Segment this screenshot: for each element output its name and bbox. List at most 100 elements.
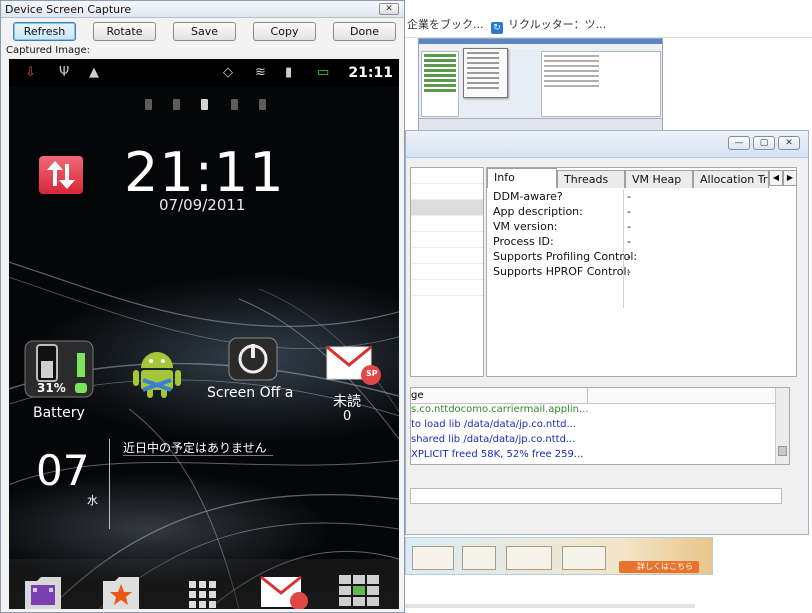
thumbnail-toolbar [419,118,662,130]
mail-icon [326,345,381,385]
log-line[interactable]: XPLICIT freed 58K, 52% free 259... [411,449,789,464]
close-button[interactable]: ✕ [778,136,800,150]
info-row: VM version: - [491,220,791,235]
device-row[interactable] [411,280,483,296]
scrollbar-thumb[interactable] [778,446,787,456]
calendar-weekday: 水 [87,494,98,507]
refresh-button[interactable]: Refresh [13,22,76,41]
tab-threads[interactable]: Threads [557,170,625,188]
log-line[interactable]: to load lib /data/data/jp.co.nttd... [411,419,789,434]
bookmark-icon: ↻ [491,22,503,34]
dialer-keypad-icon[interactable] [337,573,381,609]
usb-debug-icon: ⇩ [25,65,36,80]
device-row[interactable] [411,168,483,184]
captured-image-label: Captured Image: [6,45,90,56]
thumbnail-dropdown-menu [463,48,508,98]
unread-label: 未読 [333,394,361,410]
unread-count: 0 [343,409,352,424]
app-drawer-icon[interactable] [185,573,221,609]
copy-button[interactable]: Copy [253,22,316,41]
battery-widget[interactable]: 31% Battery [23,339,95,434]
tab-info[interactable]: Info [487,168,557,188]
log-line[interactable]: s.co.nttdocomo.carriermail.applin... [411,404,789,419]
info-key: Supports Profiling Control: [493,250,638,263]
device-row[interactable] [411,264,483,280]
logcat-scrollbar[interactable] [775,388,789,464]
page-indicator-dot [173,99,180,110]
favorites-folder-icon[interactable] [101,573,141,609]
info-value: - [627,235,631,248]
ad-banner[interactable]: 詳しくはこちら [405,537,713,575]
logcat-header: ge [411,388,789,404]
status-bar: ⇩ Ψ ▲ ◇ ≋ ▮ ▭ 21:11 [9,59,399,87]
dialog-close-button[interactable]: ✕ [379,3,399,15]
device-row[interactable] [411,184,483,200]
battery-percent: 31% [37,381,66,395]
info-key: Process ID: [493,235,554,248]
power-icon [228,337,278,381]
signal-icon: ▮ [285,65,293,80]
android-app-shortcut[interactable] [131,344,183,400]
logcat-column-message[interactable]: ge [411,390,424,401]
bookmark-item[interactable]: 企業をブック... [407,16,484,32]
mail-dock-icon[interactable] [259,573,309,609]
info-value: - [627,265,631,278]
page-indicator-dot [145,99,152,110]
minimize-button[interactable]: — [728,136,750,150]
ddms-titlebar: — ▢ ✕ [406,131,808,158]
info-value: - [627,205,631,218]
video-folder-icon[interactable] [23,573,63,609]
captured-phone-screen: ⇩ Ψ ▲ ◇ ≋ ▮ ▭ 21:11 21:11 07/09/2011 31%… [9,59,399,609]
status-clock: 21:11 [348,65,393,81]
calendar-underline [123,455,273,456]
info-row: Supports HPROF Control: - [491,265,791,280]
bookmark-item[interactable]: ↻ リクルッター：ツ... [491,16,606,34]
banner-house-image [506,546,552,570]
info-row: Supports Profiling Control: - [491,250,791,265]
mail-widget[interactable]: SP 未読 0 [319,345,389,427]
info-row: Process ID: - [491,235,791,250]
home-clock[interactable]: 21:11 [124,141,285,204]
data-sync-widget-icon[interactable] [39,156,83,194]
logcat-pane[interactable]: ge s.co.nttdocomo.carriermail.applin... … [410,387,790,465]
device-screen-capture-dialog: Device Screen Capture ✕ Refresh Rotate S… [0,0,405,613]
device-row[interactable] [411,248,483,264]
up-down-arrows-icon [47,161,75,189]
info-key: DDM-aware? [493,190,563,203]
info-value: - [627,190,631,203]
banner-house-image [412,546,454,570]
bookmarks-bar: 企業をブック... ↻ リクルッター：ツ... [405,8,812,38]
info-table: DDM-aware? - App description: - VM versi… [491,190,791,308]
info-key: App description: [493,205,583,218]
save-button[interactable]: Save [173,22,236,41]
tab-scroll-right-icon[interactable]: ▶ [783,170,797,186]
device-row[interactable] [411,200,483,216]
banner-cta-button[interactable]: 詳しくはこちら [619,561,699,573]
ddms-thumbnail-window[interactable] [418,38,663,131]
maximize-button[interactable]: ▢ [753,136,775,150]
usb-icon: Ψ [59,65,70,80]
client-info-panel: Info Threads VM Heap Allocation Trac ◀ ▶… [486,167,797,377]
rotate-button[interactable]: Rotate [93,22,156,41]
tab-allocation-tracker[interactable]: Allocation Trac [693,170,769,188]
info-value: - [627,220,631,233]
info-key: Supports HPROF Control: [493,265,631,278]
screen-off-shortcut[interactable]: Screen Off a [205,337,305,403]
calendar-divider [109,439,110,529]
done-button[interactable]: Done [333,22,396,41]
battery-label: Battery [33,405,85,421]
screen: 企業をブック... ↻ リクルッター：ツ... — ▢ ✕ Info Threa… [0,0,812,613]
device-list[interactable] [410,167,484,377]
tab-vm-heap[interactable]: VM Heap [625,170,693,188]
battery-charging-icon: ▭ [317,65,330,80]
calendar-day: 07 [36,446,90,495]
android-debug-icon: ▲ [89,65,99,80]
logcat-filter-input[interactable] [410,488,782,504]
tab-scroll-left-icon[interactable]: ◀ [769,170,783,186]
calendar-widget[interactable]: 07 水 近日中の予定はありません [9,431,399,546]
log-line[interactable]: shared lib /data/data/jp.co.nttd... [411,434,789,449]
device-row[interactable] [411,216,483,232]
device-row[interactable] [411,232,483,248]
home-date: 07/09/2011 [159,196,246,214]
screen-off-label: Screen Off a [207,385,294,401]
